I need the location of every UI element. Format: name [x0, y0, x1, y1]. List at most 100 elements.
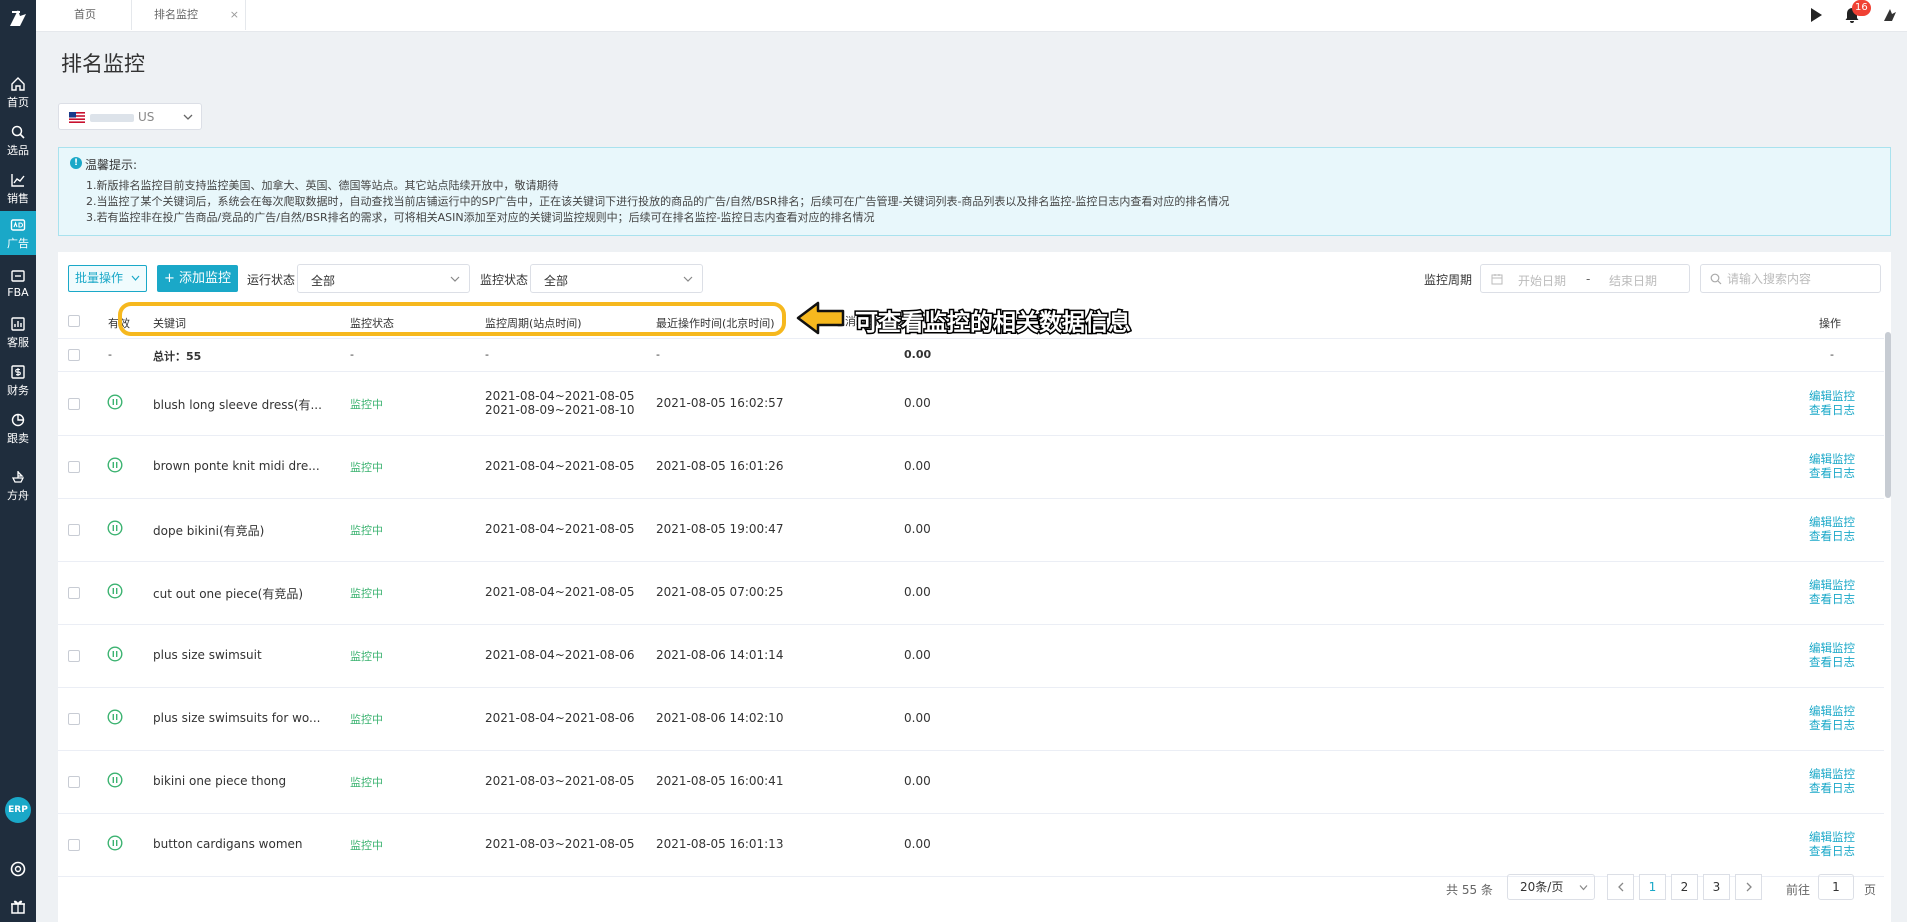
page-1-button[interactable]: 1 — [1639, 874, 1666, 900]
sidebar-item-label: FBA — [7, 286, 29, 299]
page-size-select[interactable]: 20条/页 — [1507, 874, 1595, 900]
pause-toggle-icon[interactable] — [107, 771, 123, 788]
chevron-down-icon — [1579, 885, 1588, 891]
edit-monitor-link[interactable]: 编辑监控 — [1809, 767, 1855, 781]
view-log-link[interactable]: 查看日志 — [1809, 718, 1855, 732]
sidebar-item-label: 销售 — [7, 192, 29, 205]
site-suffix: US — [138, 110, 155, 124]
pause-toggle-icon[interactable] — [107, 456, 123, 473]
edit-monitor-link[interactable]: 编辑监控 — [1809, 515, 1855, 529]
keyword-cell: plus size swimsuits for wo... — [153, 710, 321, 725]
keyword-cell: button cardigans women — [153, 836, 303, 851]
status-cell: 监控中 — [350, 775, 383, 789]
calendar-icon — [1491, 274, 1503, 285]
tab-rank-monitor[interactable]: 排名监控 × — [132, 0, 246, 30]
goto-page-input[interactable]: 1 — [1818, 874, 1854, 900]
search-icon — [1710, 273, 1722, 285]
keyword-cell: brown ponte knit midi dre... — [153, 458, 320, 473]
view-log-link[interactable]: 查看日志 — [1809, 529, 1855, 543]
view-log-link[interactable]: 查看日志 — [1809, 466, 1855, 480]
edit-monitor-link[interactable]: 编辑监控 — [1809, 389, 1855, 403]
chevron-right-icon — [1746, 882, 1752, 892]
row-checkbox[interactable] — [68, 586, 80, 599]
sidebar-item-fba[interactable]: FBA — [0, 262, 36, 306]
pause-toggle-icon[interactable] — [107, 393, 123, 410]
play-icon[interactable] — [1807, 6, 1825, 24]
sidebar-item-service[interactable]: 客服 — [0, 310, 36, 354]
brand-logo-icon[interactable] — [6, 6, 30, 30]
status-cell: 监控中 — [350, 712, 383, 726]
sidebar-item-sales[interactable]: 销售 — [0, 166, 36, 210]
next-page-button[interactable] — [1735, 874, 1762, 900]
drops-cell: 0.00 — [904, 395, 931, 410]
sidebar-item-follow[interactable]: 跟卖 — [0, 406, 36, 450]
sidebar-item-home[interactable]: 首页 — [0, 70, 36, 114]
row-checkbox[interactable] — [68, 712, 80, 725]
notice-line: 1.新版排名监控目前支持监控美国、加拿大、英国、德国等站点。其它站点陆续开放中，… — [86, 179, 559, 192]
select-value: 全部 — [311, 274, 336, 288]
sidebar-item-finance[interactable]: 财务 — [0, 358, 36, 402]
row-checkbox[interactable] — [68, 523, 80, 536]
erp-button[interactable]: ERP — [5, 797, 31, 823]
user-avatar-icon[interactable] — [1881, 6, 1899, 24]
view-log-link[interactable]: 查看日志 — [1809, 403, 1855, 417]
page-2-button[interactable]: 2 — [1671, 874, 1698, 900]
gift-icon[interactable] — [9, 897, 27, 915]
batch-operation-button[interactable]: 批量操作 — [68, 265, 147, 292]
sidebar-item-ads[interactable]: 广告 — [0, 211, 36, 255]
sidebar-item-selection[interactable]: 选品 — [0, 118, 36, 162]
view-log-link[interactable]: 查看日志 — [1809, 781, 1855, 795]
run-status-select[interactable]: 全部 — [297, 264, 470, 293]
pause-toggle-icon[interactable] — [107, 708, 123, 725]
edit-monitor-link[interactable]: 编辑监控 — [1809, 452, 1855, 466]
row-divider — [58, 624, 1884, 625]
page-3-button[interactable]: 3 — [1703, 874, 1730, 900]
edit-monitor-link[interactable]: 编辑监控 — [1809, 830, 1855, 844]
pause-toggle-icon[interactable] — [107, 582, 123, 599]
site-selector[interactable]: US — [58, 103, 202, 130]
pause-toggle-icon[interactable] — [107, 645, 123, 662]
period-cell: 2021-08-04~2021-08-05 — [485, 458, 635, 473]
drops-cell: 0.00 — [904, 710, 931, 725]
tab-home[interactable]: 首页 — [36, 0, 132, 30]
close-icon[interactable]: × — [230, 0, 239, 30]
row-checkbox[interactable] — [68, 649, 80, 662]
pause-toggle-icon[interactable] — [107, 519, 123, 536]
row-checkbox[interactable] — [68, 775, 80, 788]
ark-icon — [11, 471, 25, 483]
support-icon[interactable] — [9, 860, 27, 878]
edit-monitor-link[interactable]: 编辑监控 — [1809, 641, 1855, 655]
row-checkbox[interactable] — [68, 460, 80, 473]
ad-icon — [10, 219, 26, 231]
edit-monitor-link[interactable]: 编辑监控 — [1809, 578, 1855, 592]
table-scrollbar[interactable] — [1885, 332, 1891, 498]
chevron-down-icon — [450, 276, 460, 282]
end-date-placeholder: 结束日期 — [1609, 274, 1658, 288]
edit-monitor-link[interactable]: 编辑监控 — [1809, 704, 1855, 718]
row-checkbox[interactable] — [68, 397, 80, 410]
date-range-picker[interactable]: 开始日期 - 结束日期 — [1480, 264, 1690, 293]
view-log-link[interactable]: 查看日志 — [1809, 592, 1855, 606]
sidebar-item-label: 方舟 — [7, 489, 29, 502]
period-cell: 2021-08-03~2021-08-05 — [485, 836, 635, 851]
select-all-checkbox[interactable] — [68, 315, 80, 327]
row-checkbox[interactable] — [68, 838, 80, 851]
sidebar-item-ark[interactable]: 方舟 — [0, 463, 36, 507]
status-cell: 监控中 — [350, 649, 383, 663]
prev-page-button[interactable] — [1607, 874, 1634, 900]
period-cell: 2021-08-09~2021-08-10 — [485, 402, 635, 417]
search-input[interactable] — [1727, 270, 1875, 288]
keyword-cell: blush long sleeve dress(有... — [153, 397, 322, 412]
view-log-link[interactable]: 查看日志 — [1809, 844, 1855, 858]
keyword-cell: bikini one piece thong — [153, 773, 287, 788]
add-monitor-button[interactable]: + 添加监控 — [157, 265, 238, 292]
sidebar-item-label: 客服 — [7, 336, 29, 349]
redacted-store-name — [90, 114, 134, 122]
column-highlight-box — [118, 302, 786, 336]
monitor-status-select[interactable]: 全部 — [530, 264, 703, 293]
search-box[interactable] — [1700, 264, 1881, 293]
pause-toggle-icon[interactable] — [107, 834, 123, 851]
keyword-cell: dope bikini(有竞品) — [153, 523, 265, 538]
header-op: 操作 — [1819, 317, 1841, 330]
view-log-link[interactable]: 查看日志 — [1809, 655, 1855, 669]
